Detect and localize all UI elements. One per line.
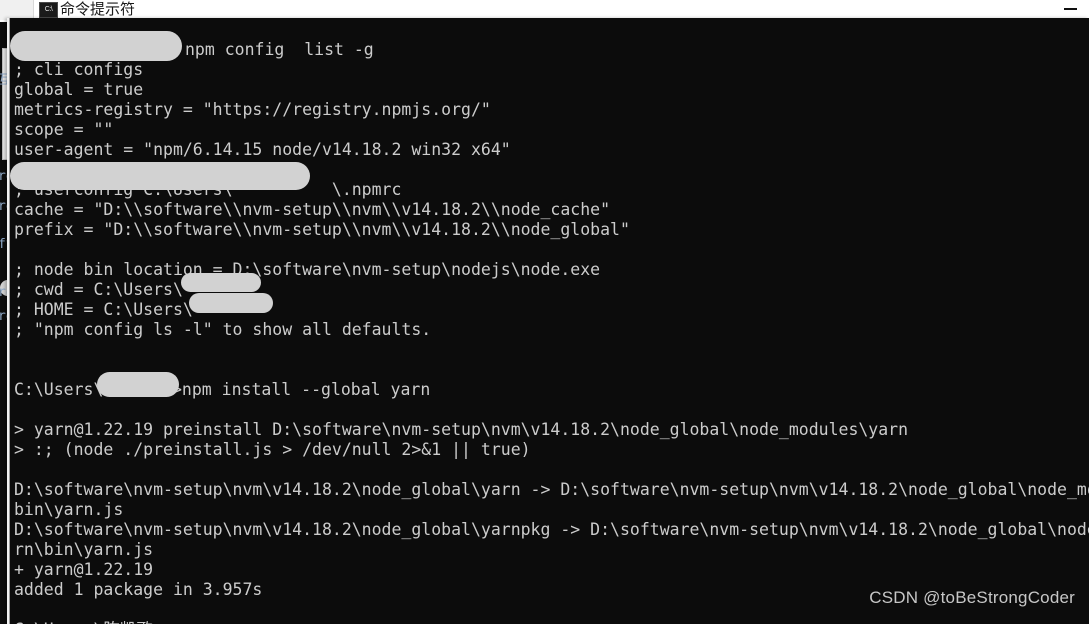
terminal-line: global = true (14, 80, 144, 99)
redaction-mark (181, 273, 261, 292)
terminal-line: ; node bin location = D:\software\nvm-se… (14, 260, 601, 279)
terminal-line: D:\software\nvm-setup\nvm\v14.18.2\node_… (14, 520, 1089, 539)
screenshot-root: C:\ 命令提示符 互 re re fy re re npm config li… (0, 0, 1089, 628)
cmd-icon: C:\ (39, 2, 58, 18)
terminal-line: + yarn@1.22.19 (14, 560, 154, 579)
titlebar-left-chip (0, 0, 34, 20)
terminal-line: ; "npm config ls -l" to show all default… (14, 320, 432, 339)
redaction-mark (10, 31, 182, 61)
terminal-line: cache = "D:\\software\\nvm-setup\\nvm\\v… (14, 200, 611, 219)
terminal-line: npm config list -g (185, 40, 374, 59)
terminal-line: D:\software\nvm-setup\nvm\v14.18.2\node_… (14, 480, 1089, 499)
terminal-line: >npm install --global yarn (172, 380, 431, 399)
terminal-line: user-agent = "npm/6.14.15 node/v14.18.2 … (14, 140, 511, 159)
window-bottom-edge (0, 624, 1089, 628)
window-title: 命令提示符 (60, 0, 136, 18)
command-prompt-window[interactable]: npm config list -g ; cli configs global = … (7, 18, 1089, 628)
redaction-mark (189, 293, 273, 313)
terminal-line: ; cli configs (14, 60, 144, 79)
minimize-icon[interactable] (1064, 8, 1077, 10)
redaction-mark (10, 162, 310, 190)
terminal-line: scope = "" (14, 120, 114, 139)
terminal-line: added 1 package in 3.957s (14, 580, 263, 599)
redaction-mark (97, 372, 179, 397)
terminal-line: rn\bin\yarn.js (14, 540, 154, 559)
terminal-output[interactable]: npm config list -g ; cli configs global = … (7, 18, 1089, 628)
terminal-line: metrics-registry = "https://registry.npm… (14, 100, 491, 119)
terminal-line: ; HOME = C:\Users\ (14, 300, 193, 319)
terminal-line: C:\Users\ (14, 380, 104, 399)
terminal-line: > yarn@1.22.19 preinstall D:\software\nv… (14, 420, 909, 439)
terminal-line: ; cwd = C:\Users\ (14, 280, 183, 299)
terminal-line: > :; (node ./preinstall.js > /dev/null 2… (14, 440, 531, 459)
terminal-line: bin\yarn.js (14, 500, 124, 519)
csdn-watermark: CSDN @toBeStrongCoder (869, 588, 1075, 607)
terminal-line: prefix = "D:\\software\\nvm-setup\\nvm\\… (14, 220, 630, 239)
